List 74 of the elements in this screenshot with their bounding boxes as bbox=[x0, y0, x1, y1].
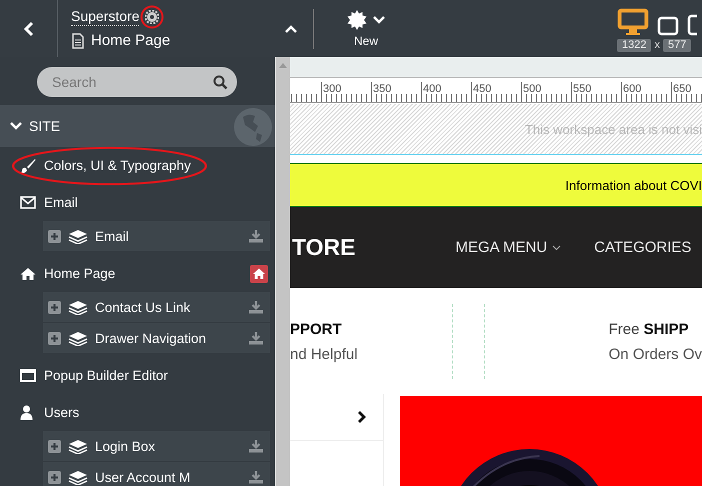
envelope-icon bbox=[20, 196, 36, 209]
nav-link[interactable]: CATEGORIES bbox=[594, 239, 692, 256]
settings-icon[interactable] bbox=[145, 10, 160, 24]
height-field[interactable]: 577 bbox=[662, 38, 692, 52]
download-icon[interactable] bbox=[248, 439, 264, 453]
section-header[interactable]: SITE bbox=[0, 105, 275, 147]
ruler-label: 450 bbox=[473, 83, 492, 95]
component-label: User Account M bbox=[95, 470, 190, 484]
desktop-icon[interactable] bbox=[617, 8, 649, 36]
site-name[interactable]: Superstore bbox=[71, 8, 140, 26]
expand-icon[interactable] bbox=[48, 332, 61, 344]
ruler-label: 500 bbox=[523, 83, 542, 95]
component-row[interactable]: Drawer Navigation bbox=[43, 322, 270, 353]
home-badge-icon[interactable] bbox=[250, 264, 268, 282]
feature-subtitle: On Orders Ov bbox=[608, 346, 702, 362]
expand-icon[interactable] bbox=[48, 300, 61, 314]
times-label: x bbox=[654, 39, 660, 51]
brush-icon bbox=[20, 158, 36, 174]
window-icon bbox=[20, 369, 36, 382]
expand-icon[interactable] bbox=[48, 470, 61, 484]
section-label: SITE bbox=[29, 118, 60, 134]
new-button[interactable]: New bbox=[347, 10, 385, 48]
component-row[interactable]: Email bbox=[43, 221, 270, 251]
component-label: Drawer Navigation bbox=[95, 330, 206, 346]
feature-title: Free SHIPP bbox=[608, 320, 690, 338]
workspace-note: This workspace area is not visi bbox=[524, 122, 702, 136]
starburst-icon bbox=[347, 10, 367, 30]
sidebar-item[interactable]: Email bbox=[44, 195, 78, 210]
globe-icon bbox=[233, 107, 273, 147]
layers-icon bbox=[68, 228, 88, 244]
ruler-label: 400 bbox=[423, 83, 442, 95]
back-icon bbox=[22, 20, 34, 36]
component-label: Contact Us Link bbox=[95, 300, 190, 314]
phone-icon[interactable] bbox=[687, 14, 697, 36]
component-label: Email bbox=[95, 228, 129, 244]
home-icon bbox=[20, 266, 36, 280]
layers-icon bbox=[68, 330, 88, 346]
download-icon[interactable] bbox=[248, 470, 264, 484]
download-icon[interactable] bbox=[248, 331, 264, 345]
user-icon bbox=[20, 405, 33, 420]
layers-icon bbox=[68, 438, 88, 454]
chevron-right-icon[interactable] bbox=[357, 410, 367, 424]
download-icon[interactable] bbox=[248, 300, 264, 314]
component-label: Login Box bbox=[95, 438, 156, 454]
banner-text: Information about COVI bbox=[565, 178, 702, 192]
search-icon[interactable] bbox=[213, 75, 228, 90]
component-row[interactable]: Contact Us Link bbox=[43, 292, 270, 322]
collapse-icon[interactable] bbox=[284, 24, 298, 34]
layers-icon bbox=[68, 300, 88, 314]
page-icon bbox=[71, 32, 85, 48]
ruler-label: 550 bbox=[573, 83, 592, 95]
sidebar-item[interactable]: Home Page bbox=[44, 266, 116, 281]
scrollbar[interactable] bbox=[275, 57, 290, 486]
nav-link[interactable]: MEGA MENU bbox=[455, 239, 562, 256]
page-name[interactable]: Home Page bbox=[91, 32, 170, 49]
sidebar-item[interactable]: Users bbox=[44, 405, 80, 420]
ruler-label: 350 bbox=[373, 83, 392, 95]
ruler-label: 300 bbox=[323, 83, 342, 95]
caret-icon bbox=[373, 15, 385, 24]
component-row[interactable]: User Account M bbox=[43, 461, 270, 486]
component-row[interactable]: Login Box bbox=[43, 431, 270, 461]
search-field[interactable]: Search bbox=[37, 67, 237, 97]
expand-icon[interactable] bbox=[48, 230, 61, 242]
tablet-icon[interactable] bbox=[657, 16, 679, 36]
ruler-label: 650 bbox=[673, 83, 692, 95]
width-field[interactable]: 1322 bbox=[617, 38, 652, 52]
ruler-label: 600 bbox=[623, 83, 642, 95]
feature-title: PPORT bbox=[290, 320, 343, 338]
expand-icon[interactable] bbox=[48, 440, 61, 452]
download-icon[interactable] bbox=[248, 229, 264, 243]
store-logo[interactable]: TORE bbox=[292, 234, 356, 261]
layers-icon bbox=[68, 470, 88, 484]
feature-subtitle: nd Helpful bbox=[290, 346, 359, 362]
sidebar-item[interactable]: Popup Builder Editor bbox=[44, 368, 168, 383]
